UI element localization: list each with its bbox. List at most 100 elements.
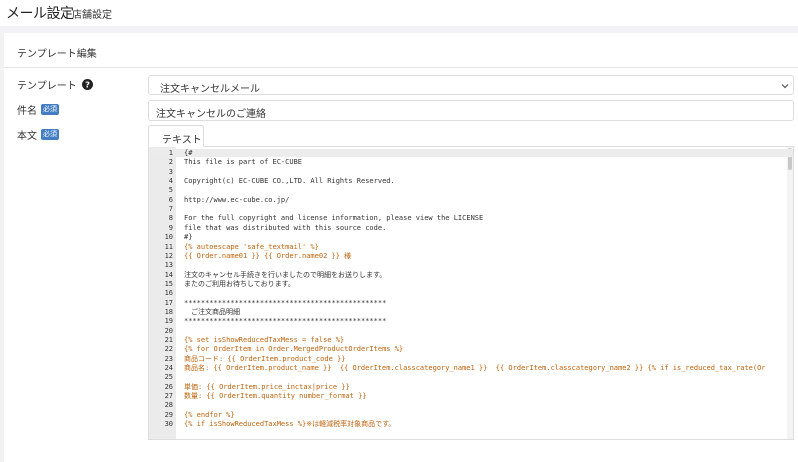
line-number: 24	[164, 364, 173, 373]
editor-line[interactable]: 16	[149, 289, 793, 297]
template-edit-card: テンプレート編集 テンプレート ? 注文キャンセルメール 件名 必須 注文キャン…	[4, 33, 798, 462]
line-number: 8	[168, 214, 173, 223]
editor-line[interactable]: 15 またのご利用お待ちしております。	[149, 280, 793, 288]
code-text: 注文のキャンセル手続きを行いましたので明細をお送りします。	[184, 270, 387, 279]
help-icon[interactable]: ?	[81, 79, 93, 90]
code-text: {% autoescape 'safe_textmail' %}	[184, 242, 319, 251]
code-text: ****************************************…	[184, 298, 387, 307]
required-badge: 必須	[41, 129, 59, 140]
line-number: 4	[168, 177, 173, 186]
code-text: Copyright(c) EC-CUBE CO.,LTD. All Rights…	[184, 177, 395, 186]
code-text: 数量: {{ OrderItem.quantity number_format …	[184, 392, 367, 401]
editor-line[interactable]: 21 {% set isShowReducedTaxMess = false %}	[149, 336, 793, 344]
page-subtitle: 店舗設定	[72, 10, 112, 21]
editor-line[interactable]: 5	[149, 186, 793, 194]
template-select[interactable]: 注文キャンセルメール	[148, 75, 794, 95]
editor-line[interactable]: 27 数量: {{ OrderItem.quantity number_forma…	[149, 392, 793, 400]
code-text: {% set isShowReducedTaxMess = false %}	[184, 336, 345, 344]
editor-line[interactable]: 29 {% endfor %}	[149, 411, 793, 419]
line-number: 6	[168, 195, 173, 204]
editor-line[interactable]: 12 {{ Order.name01 }} {{ Order.name02 }} …	[149, 252, 793, 260]
line-number: 1	[168, 149, 173, 157]
body-code-editor[interactable]: 1 {# 2 This file is part of EC-CUBE 3 4 Copyri…	[148, 146, 794, 440]
page-header: メール設定 店舗設定	[0, 0, 798, 26]
editor-line[interactable]: 18 ご注文商品明細	[149, 308, 793, 316]
code-text: {% if isShowReducedTaxMess %}※は軽減税率対象商品で…	[184, 420, 396, 429]
line-number: 3	[168, 167, 173, 176]
card-title: テンプレート編集	[17, 49, 97, 60]
chevron-down-icon	[781, 84, 789, 89]
subject-label: 件名 必須	[17, 102, 59, 117]
line-number: 26	[164, 382, 173, 391]
code-text: ****************************************…	[184, 317, 387, 326]
page-title: メール設定	[6, 6, 74, 22]
code-text: http://www.ec-cube.co.jp/	[184, 195, 290, 204]
editor-line[interactable]: 8 For the full copyright and license info…	[149, 214, 793, 222]
code-text: file that was distributed with this sour…	[184, 223, 387, 232]
line-number: 29	[164, 410, 173, 419]
code-text: This file is part of EC-CUBE	[184, 158, 303, 167]
template-select-value: 注文キャンセルメール	[160, 84, 260, 95]
code-text: 商品名: {{ OrderItem.product_name }} {{ Ord…	[184, 364, 766, 373]
editor-line[interactable]: 6 http://www.ec-cube.co.jp/	[149, 196, 793, 204]
line-number: 17	[164, 298, 173, 307]
line-number: 30	[164, 420, 173, 429]
line-number: 2	[168, 158, 173, 167]
line-number: 11	[164, 242, 173, 251]
line-number: 16	[164, 289, 173, 298]
line-number: 20	[164, 326, 173, 335]
line-number: 5	[168, 186, 173, 195]
line-number: 18	[164, 307, 173, 316]
template-label-text: テンプレート	[17, 81, 77, 92]
code-text: {{ Order.name01 }} {{ Order.name02 }} 様	[184, 251, 352, 260]
svg-text:?: ?	[85, 79, 90, 89]
line-number: 13	[164, 261, 173, 270]
line-number: 12	[164, 251, 173, 260]
editor-line[interactable]: 3	[149, 168, 793, 176]
subject-input-value: 注文キャンセルのご連絡	[156, 109, 266, 120]
editor-line[interactable]: 4 Copyright(c) EC-CUBE CO.,LTD. All Right…	[149, 177, 793, 185]
required-badge: 必須	[41, 104, 59, 115]
subject-label-text: 件名	[17, 106, 37, 117]
code-text: {% endfor %}	[184, 410, 235, 419]
code-text: For the full copyright and license infor…	[184, 214, 484, 223]
editor-line[interactable]: 1 {#	[149, 149, 793, 158]
editor-line[interactable]: 2 This file is part of EC-CUBE	[149, 158, 793, 166]
code-text: #}	[184, 233, 193, 242]
editor-line[interactable]: 23 商品コード: {{ OrderItem.product_code }}	[149, 355, 793, 363]
editor-line[interactable]: 28	[149, 401, 793, 409]
line-number: 25	[164, 373, 173, 382]
editor-line[interactable]: 26 単価: {{ OrderItem.price_inctax|price }}	[149, 383, 793, 391]
editor-line[interactable]: 19 **************************************…	[149, 317, 793, 325]
code-text: {% for OrderItem in Order.MergedProductO…	[184, 345, 404, 354]
editor-line[interactable]: 7	[149, 205, 793, 213]
line-number: 10	[164, 233, 173, 242]
editor-line[interactable]: 30 {% if isShowReducedTaxMess %}※は軽減税率対象商…	[149, 420, 793, 428]
code-text: 単価: {{ OrderItem.price_inctax|price }}	[184, 382, 350, 391]
line-number: 15	[164, 279, 173, 288]
card-header: テンプレート編集	[4, 33, 798, 68]
body-label-text: 本文	[17, 131, 37, 142]
tab-text-label: テキスト	[162, 135, 202, 146]
editor-line[interactable]: 17 **************************************…	[149, 299, 793, 307]
editor-line[interactable]: 14 注文のキャンセル手続きを行いましたので明細をお送りします。	[149, 271, 793, 279]
code-text: {#	[184, 149, 193, 157]
editor-line[interactable]: 11 {% autoescape 'safe_textmail' %}	[149, 243, 793, 251]
subject-input[interactable]: 注文キャンセルのご連絡	[148, 100, 794, 121]
editor-line[interactable]: 25	[149, 373, 793, 381]
editor-line[interactable]: 22 {% for OrderItem in Order.MergedProduc…	[149, 345, 793, 353]
tab-text[interactable]: テキスト	[148, 125, 204, 147]
line-number: 23	[164, 354, 173, 363]
line-number: 7	[168, 205, 173, 214]
line-number: 21	[164, 336, 173, 344]
editor-line[interactable]: 20	[149, 327, 793, 335]
line-number: 28	[164, 401, 173, 410]
editor-line[interactable]: 10 #}	[149, 233, 793, 241]
code-text: またのご利用お待ちしております。	[184, 279, 295, 288]
editor-line[interactable]: 13	[149, 261, 793, 269]
code-text: ご注文商品明細	[184, 307, 240, 316]
line-number: 27	[164, 392, 173, 401]
editor-line[interactable]: 9 file that was distributed with this sou…	[149, 224, 793, 232]
editor-line[interactable]: 24 商品名: {{ OrderItem.product_name }} {{ O…	[149, 364, 793, 372]
line-number: 14	[164, 270, 173, 279]
